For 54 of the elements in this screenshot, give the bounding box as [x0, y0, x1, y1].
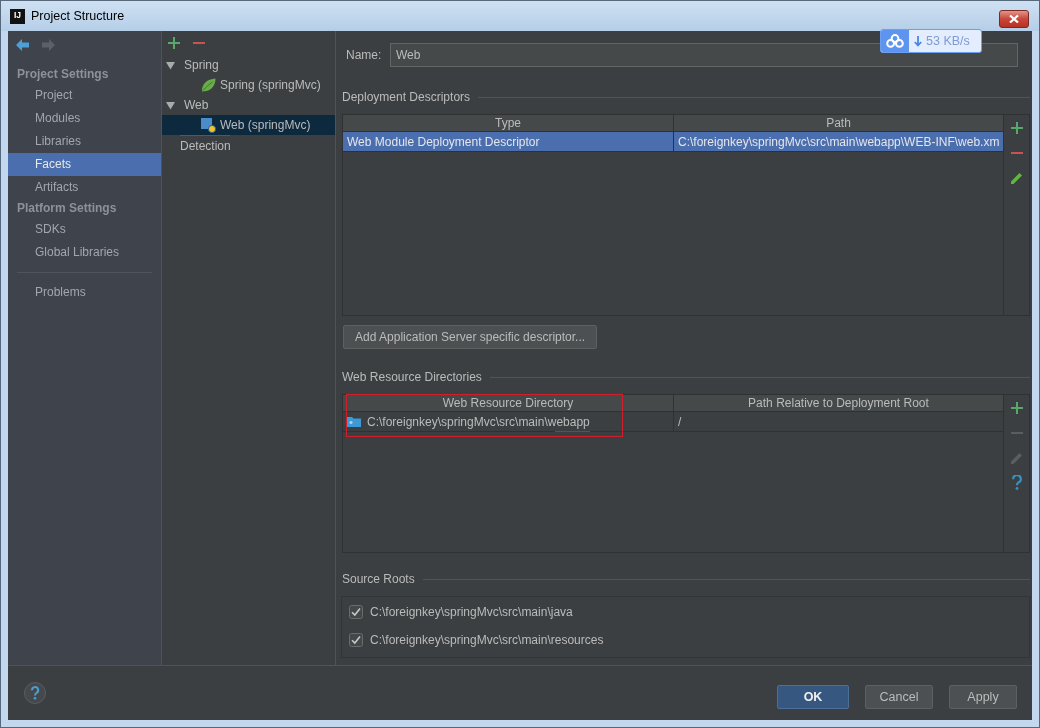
sidebar-item[interactable]: Artifacts: [8, 176, 161, 199]
dialog-button[interactable]: Cancel: [865, 685, 933, 709]
sidebar-item[interactable]: SDKs: [8, 218, 161, 241]
section-heading: Project Settings: [16, 66, 110, 83]
section-title: Deployment Descriptors: [342, 90, 471, 104]
close-icon: [1009, 15, 1019, 23]
close-button[interactable]: [999, 10, 1029, 28]
app-logo: IJ: [10, 8, 25, 24]
directory-path: C:\foreignkey\springMvc\src\main\webapp: [367, 414, 590, 429]
sidebar-item[interactable]: Facets: [8, 153, 161, 176]
section-title: Source Roots: [342, 572, 415, 586]
add-icon[interactable]: [1010, 121, 1023, 134]
leaf-icon: [201, 78, 216, 92]
dialog-button[interactable]: OK: [777, 685, 849, 709]
help-icon[interactable]: [24, 682, 46, 704]
section-heading: Platform Settings: [16, 200, 118, 217]
tree-item[interactable]: Spring (springMvc): [162, 75, 335, 95]
sidebar-item[interactable]: Modules: [8, 107, 161, 130]
window-title: Project Structure: [31, 9, 125, 23]
sidebar-item[interactable]: Problems: [8, 281, 161, 304]
table-row[interactable]: Web Module Deployment Descriptor C:\foreignkey\springMvc\src\main\webapp\WEB-INF\web.xm: [343, 132, 1003, 152]
dialog-button[interactable]: Apply: [949, 685, 1017, 709]
table-cell: Web Module Deployment Descriptor: [343, 132, 674, 151]
help-icon[interactable]: [1011, 475, 1022, 490]
checkbox[interactable]: [349, 633, 363, 647]
table-cell-text: C:\foreignkey\springMvc\src\main\webapp\WEB-INF\web.xm: [677, 133, 1001, 151]
sidebar-item[interactable]: Global Libraries: [8, 241, 161, 264]
table-cell-text: /: [677, 413, 683, 431]
tree-item[interactable]: Detection: [162, 136, 335, 156]
checkbox-label: C:\foreignkey\springMvc\src\main\resources: [370, 633, 604, 647]
table-row[interactable]: C:\foreignkey\springMvc\src\main\webapp /: [343, 412, 1003, 432]
add-icon[interactable]: [168, 37, 180, 49]
add-icon[interactable]: [1010, 401, 1023, 414]
checkbox[interactable]: [349, 605, 363, 619]
column-header[interactable]: Path: [674, 115, 1003, 131]
section-title: Web Resource Directories: [342, 370, 482, 384]
column-header[interactable]: Web Resource Directory: [343, 395, 674, 411]
column-header[interactable]: Type: [343, 115, 674, 131]
collapse-arrow-icon[interactable]: [166, 100, 175, 110]
tree-item[interactable]: Web (springMvc): [162, 115, 335, 135]
tree-item[interactable]: Spring: [162, 55, 335, 75]
column-header[interactable]: Path Relative to Deployment Root: [674, 395, 1003, 411]
back-arrow-icon[interactable]: [16, 39, 29, 51]
add-descriptor-button[interactable]: Add Application Server specific descriptor...: [343, 325, 598, 349]
sidebar-item[interactable]: Project: [8, 84, 161, 107]
remove-icon[interactable]: [1010, 151, 1023, 154]
field-label: Name:: [345, 48, 383, 62]
pencil-icon[interactable]: [1010, 171, 1023, 184]
sidebar-item[interactable]: Libraries: [8, 130, 161, 153]
web-facet-icon: [201, 117, 216, 133]
folder-icon: [347, 416, 361, 427]
collapse-arrow-icon[interactable]: [166, 60, 175, 70]
tree-item[interactable]: Web: [162, 95, 335, 115]
checkbox-label: C:\foreignkey\springMvc\src\main\java: [370, 605, 573, 619]
